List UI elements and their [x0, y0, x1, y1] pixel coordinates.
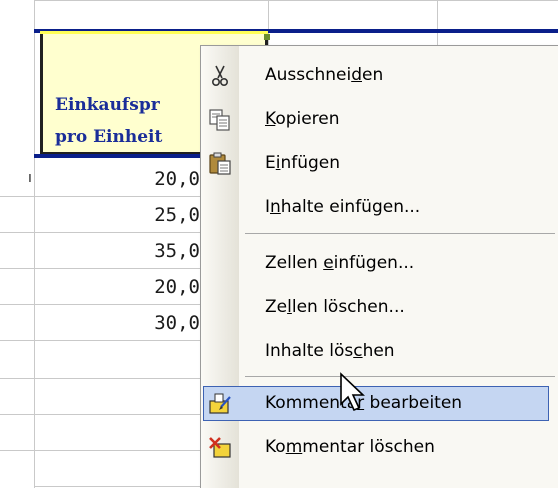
scissors-icon [212, 65, 229, 87]
menu-item-copy[interactable]: Kopieren [201, 98, 558, 142]
delete-comment-icon [209, 437, 231, 458]
row-divider [0, 450, 34, 451]
context-menu: Ausschneiden Kopieren Einfügen Inhalte e… [200, 45, 558, 488]
row-divider [0, 340, 34, 341]
cell-value[interactable]: 30,0 [30, 312, 200, 334]
edit-comment-icon [209, 393, 231, 414]
menu-item-label: Inhalte einfügen... [265, 197, 421, 217]
cell-value[interactable]: 20,0 [30, 276, 200, 298]
menu-item-paste[interactable]: Einfügen [201, 142, 558, 186]
cell-value[interactable]: 35,0 [30, 240, 200, 262]
row-divider [0, 304, 34, 305]
selected-cell-highlight [40, 31, 268, 34]
menu-item-label: Kopieren [265, 109, 340, 129]
menu-item-paste-special[interactable]: Inhalte einfügen... [201, 186, 558, 230]
menu-item-label: Einfügen [265, 153, 341, 173]
row-divider [0, 232, 34, 233]
menu-item-delete-cells[interactable]: Zellen löschen... [201, 286, 558, 330]
copy-icon [209, 109, 230, 131]
menu-item-label: Ausschneiden [265, 65, 384, 85]
menu-item-cut[interactable]: Ausschneiden [201, 54, 558, 98]
row-divider [0, 378, 34, 379]
menu-item-label: Inhalte löschen [265, 341, 395, 361]
screenshot: Einkaufspr pro Einheit ı 20,0 25,0 35,0 … [0, 0, 558, 488]
fill-handle[interactable] [264, 34, 270, 40]
row-divider [34, 0, 558, 1]
menu-item-insert-cells[interactable]: Zellen einfügen... [201, 242, 558, 286]
cell-value[interactable]: 25,0 [30, 204, 200, 226]
paste-icon [209, 152, 231, 175]
cell-value[interactable]: 20,0 [30, 168, 200, 190]
menu-separator [245, 376, 555, 377]
mouse-cursor-icon [340, 372, 365, 412]
menu-item-label: Zellen einfügen... [265, 253, 415, 273]
menu-item-clear-contents[interactable]: Inhalte löschen [201, 330, 558, 374]
menu-separator [245, 233, 555, 234]
menu-item-label: Zellen löschen... [265, 297, 405, 317]
row-divider [0, 268, 34, 269]
row-divider [0, 196, 34, 197]
menu-item-label: Kommentar löschen [265, 437, 435, 457]
menu-item-delete-comment[interactable]: Kommentar löschen [201, 426, 558, 470]
row-divider [0, 414, 34, 415]
menu-item-edit-comment[interactable]: Kommentar bearbeiten [201, 382, 558, 426]
